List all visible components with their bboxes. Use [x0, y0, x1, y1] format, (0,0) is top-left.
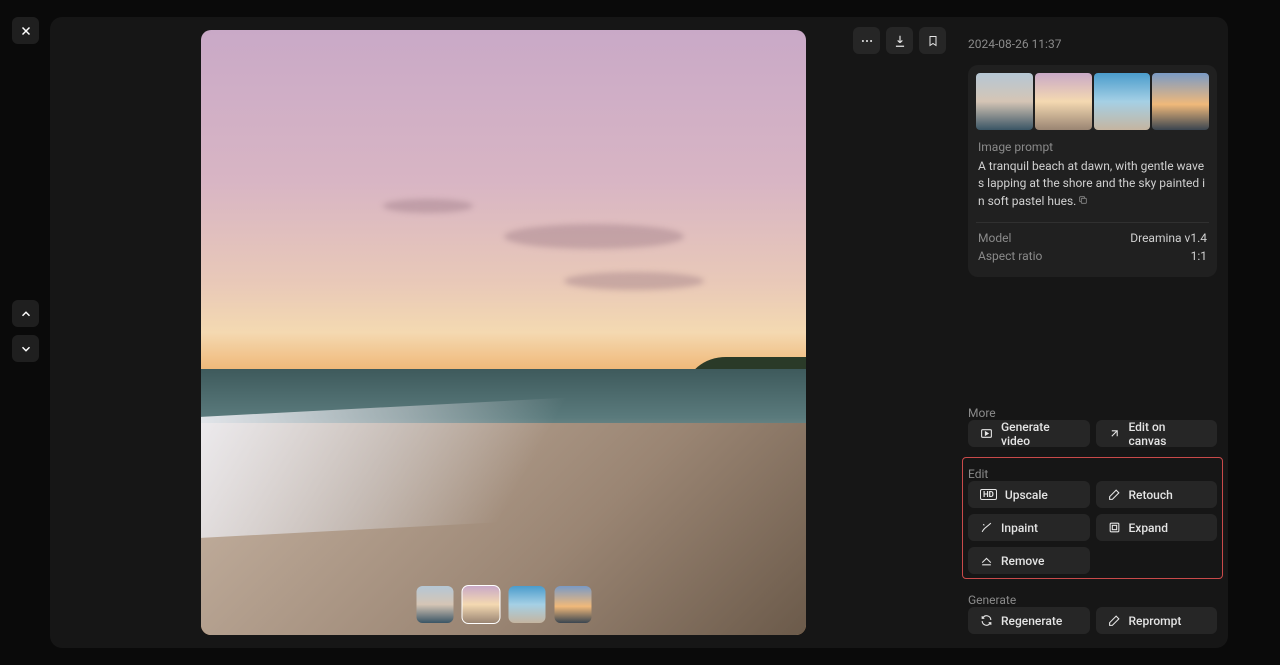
- remove-button[interactable]: Remove: [968, 547, 1090, 574]
- thumbnail-3[interactable]: [508, 586, 545, 623]
- info-card: Image prompt A tranquil beach at dawn, w…: [968, 65, 1217, 277]
- hd-icon: HD: [980, 489, 997, 501]
- generate-video-button[interactable]: Generate video: [968, 420, 1090, 447]
- thumbnail-2[interactable]: [462, 586, 499, 623]
- section-edit-label: Edit: [968, 467, 988, 481]
- thumbnail-strip: [416, 586, 591, 623]
- info-thumb-4[interactable]: [1152, 73, 1209, 130]
- thumbnail-4[interactable]: [554, 586, 591, 623]
- nav-down-button[interactable]: [12, 335, 39, 362]
- timestamp: 2024-08-26 11:37: [968, 37, 1061, 51]
- model-row: ModelDreamina v1.4: [976, 229, 1209, 247]
- info-thumb-1[interactable]: [976, 73, 1033, 130]
- prompt-label: Image prompt: [976, 140, 1209, 158]
- download-button[interactable]: [886, 27, 913, 54]
- edit-on-canvas-button[interactable]: Edit on canvas: [1096, 420, 1218, 447]
- main-panel: 2024-08-26 11:37 Image prompt A tranquil…: [50, 17, 1228, 648]
- more-options-button[interactable]: [853, 27, 880, 54]
- upscale-button[interactable]: HD Upscale: [968, 481, 1090, 508]
- bookmark-button[interactable]: [919, 27, 946, 54]
- info-thumb-2[interactable]: [1035, 73, 1092, 130]
- copy-prompt-icon[interactable]: [1078, 193, 1088, 210]
- regenerate-button[interactable]: Regenerate: [968, 607, 1090, 634]
- image-toolbar: [853, 27, 946, 54]
- retouch-button[interactable]: Retouch: [1096, 481, 1218, 508]
- vertical-nav: [12, 300, 39, 362]
- reprompt-button[interactable]: Reprompt: [1096, 607, 1218, 634]
- prompt-text: A tranquil beach at dawn, with gentle wa…: [976, 158, 1209, 216]
- main-image[interactable]: [201, 30, 806, 635]
- info-thumb-3[interactable]: [1094, 73, 1151, 130]
- nav-up-button[interactable]: [12, 300, 39, 327]
- section-more-label: More: [968, 406, 996, 420]
- section-generate-label: Generate: [968, 593, 1016, 607]
- expand-button[interactable]: Expand: [1096, 514, 1218, 541]
- inpaint-button[interactable]: Inpaint: [968, 514, 1090, 541]
- thumbnail-1[interactable]: [416, 586, 453, 623]
- close-button[interactable]: [12, 17, 39, 44]
- aspect-row: Aspect ratio1:1: [976, 247, 1209, 265]
